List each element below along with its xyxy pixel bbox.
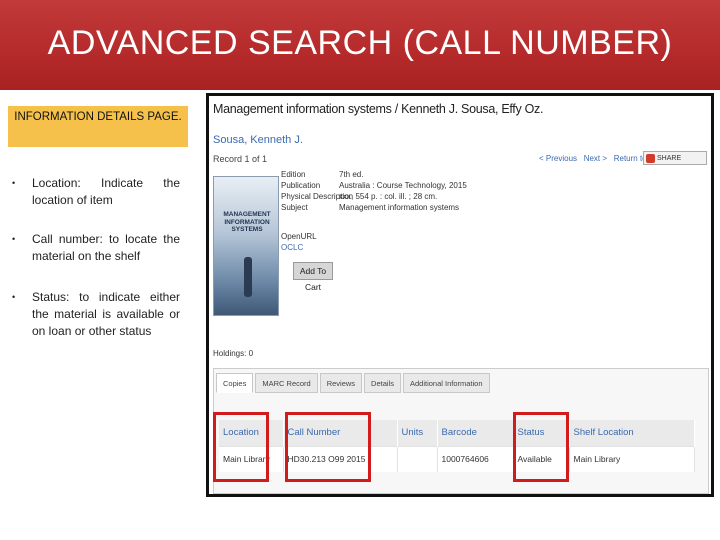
field-label: Publication [281, 181, 321, 190]
cell-barcode: 1000764606 [437, 445, 514, 472]
column-header-barcode[interactable]: Barcode [437, 420, 514, 446]
bullet-location: • Location: Indicate the location of ite… [8, 175, 180, 209]
tab-additional-information[interactable]: Additional Information [402, 373, 490, 393]
field-value: xxx, 554 p. : col. ill. ; 28 cm. [339, 192, 438, 201]
oclc-link[interactable]: OCLC [281, 243, 303, 252]
openurl-link[interactable]: OpenURL [281, 232, 317, 241]
share-button[interactable]: SHARE [643, 151, 707, 165]
cover-figure [244, 257, 252, 297]
cell-units [397, 445, 438, 472]
share-label: SHARE [657, 154, 682, 162]
highlight-location [213, 412, 269, 482]
next-link[interactable]: Next > [584, 154, 607, 163]
record-author-link[interactable]: Sousa, Kenneth J. [213, 134, 303, 146]
bullet-call-number: • Call number: to locate the material on… [8, 231, 180, 265]
add-to-cart-button[interactable]: Add To Cart [293, 262, 333, 292]
field-value: Management information systems [339, 203, 460, 212]
slide-title: ADVANCED SEARCH (CALL NUMBER) [47, 24, 673, 62]
field-label: Subject [281, 203, 308, 212]
record-title: Management information systems / Kenneth… [213, 102, 544, 116]
info-details-box: INFORMATION DETAILS PAGE. [8, 106, 188, 147]
highlight-call-number [285, 412, 371, 482]
column-header-units[interactable]: Units [397, 420, 438, 446]
tab-reviews[interactable]: Reviews [319, 373, 363, 393]
tab-copies[interactable]: Copies [216, 373, 254, 393]
bullet-text: Location: Indicate the location of item [32, 176, 180, 207]
share-icon [646, 153, 655, 163]
field-label: Edition [281, 170, 306, 179]
cell-shelf-location: Main Library [569, 445, 695, 472]
tab-details[interactable]: Details [364, 373, 401, 393]
tab-bar: Copies MARC Record Reviews Details Addit… [216, 373, 490, 393]
catalog-screenshot: Management information systems / Kenneth… [206, 93, 714, 497]
record-count: Record 1 of 1 [213, 154, 268, 164]
tab-marc-record[interactable]: MARC Record [255, 373, 318, 393]
cover-text: MANAGEMENT INFORMATION SYSTEMS [223, 211, 271, 233]
field-label: Physical Description [281, 192, 354, 201]
previous-link[interactable]: < Previous [539, 154, 577, 163]
holdings-label: Holdings: 0 [213, 349, 254, 358]
bullet-text: Status: to indicate either the material … [32, 290, 180, 338]
bullet-status: • Status: to indicate either the materia… [8, 289, 180, 340]
title-banner: ADVANCED SEARCH (CALL NUMBER) [0, 0, 720, 90]
bullet-text: Call number: to locate the material on t… [32, 232, 180, 263]
field-value: 7th ed. [339, 170, 364, 179]
field-value: Australia : Course Technology, 2015 [339, 181, 467, 190]
highlight-status [513, 412, 569, 482]
bullet-dot: • [12, 292, 16, 302]
bullet-dot: • [12, 234, 16, 244]
bullet-dot: • [12, 178, 16, 188]
book-cover-image: MANAGEMENT INFORMATION SYSTEMS [213, 176, 279, 316]
column-header-shelf-location[interactable]: Shelf Location [569, 420, 695, 446]
